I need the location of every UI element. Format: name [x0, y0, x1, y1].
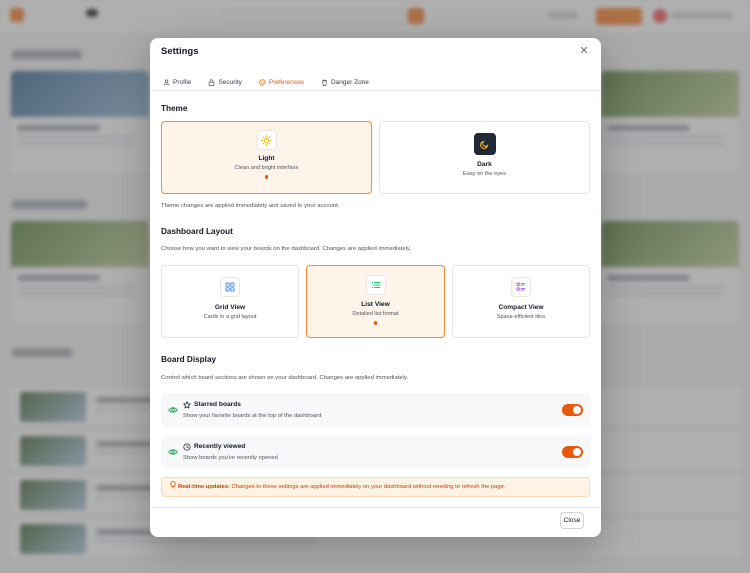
palette-icon	[259, 78, 266, 86]
realtime-notice: Real-time updates: Changes to these sett…	[161, 477, 590, 497]
option-desc: Space-efficient tiles	[496, 314, 546, 320]
close-button[interactable]: Close	[560, 512, 584, 529]
notice-label: Real-time updates:	[178, 484, 230, 490]
setting-name: Recently viewed	[194, 443, 246, 450]
tab-label: Profile	[173, 78, 192, 86]
setting-desc: Show boards you've recently opened	[183, 455, 278, 461]
tab-label: Preferences	[268, 78, 304, 86]
tab-security[interactable]: Security	[206, 74, 243, 90]
selected-indicator	[373, 321, 378, 325]
grid-icon	[220, 277, 240, 297]
sun-icon	[256, 130, 277, 150]
recently-viewed-setting: Recently viewed Show boards you've recen…	[161, 435, 590, 469]
settings-tabs: Profile Security Preferences Danger Zone	[161, 74, 384, 91]
footer-divider	[150, 507, 601, 508]
tab-label: Security	[218, 78, 242, 86]
theme-note: Theme changes are applied immediately an…	[161, 203, 340, 209]
tab-profile[interactable]: Profile	[161, 74, 193, 90]
selected-indicator	[264, 175, 269, 179]
setting-name: Starred boards	[194, 401, 241, 408]
tab-divider	[150, 90, 601, 91]
close-icon[interactable]: ✕	[578, 45, 590, 57]
clock-icon	[183, 443, 191, 451]
moon-icon	[473, 133, 496, 155]
eye-icon	[168, 449, 178, 455]
tab-preferences[interactable]: Preferences	[256, 74, 307, 91]
option-desc: Easy on the eyes	[463, 171, 506, 177]
layout-option-list[interactable]: List View Detailed list format	[306, 265, 445, 338]
starred-boards-toggle[interactable]	[562, 404, 583, 416]
board-display-title: Board Display	[161, 355, 217, 364]
lightbulb-icon	[170, 481, 176, 489]
layout-desc: Choose how you want to view your boards …	[161, 246, 412, 252]
notice-text: Changes to these settings are applied im…	[229, 484, 506, 490]
layout-option-compact[interactable]: Compact View Space-efficient tiles	[452, 265, 590, 338]
option-desc: Detailed list format	[352, 311, 399, 317]
list-icon	[365, 275, 386, 295]
theme-option-dark[interactable]: Dark Easy on the eyes	[379, 121, 590, 194]
theme-option-light[interactable]: Light Clean and bright interface	[161, 121, 372, 194]
theme-title: Theme	[161, 104, 188, 113]
tab-danger-zone[interactable]: Danger Zone	[319, 74, 371, 90]
settings-dialog: Settings ✕ Profile Security Preferences …	[150, 38, 601, 537]
option-name: Light	[258, 155, 275, 162]
dialog-title: Settings	[161, 46, 199, 57]
trash-icon	[322, 79, 327, 86]
layout-option-grid[interactable]: Grid View Cards in a grid layout	[161, 265, 299, 338]
lock-icon	[209, 78, 215, 86]
board-display-desc: Control which board sections are shown o…	[161, 375, 409, 381]
compact-list-icon	[511, 277, 531, 297]
option-desc: Clean and bright interface	[234, 165, 299, 171]
option-name: List View	[361, 301, 390, 308]
option-name: Dark	[477, 161, 492, 168]
option-name: Grid View	[214, 304, 246, 311]
starred-boards-setting: Starred boards Show your favorite boards…	[161, 393, 590, 427]
user-icon	[163, 78, 170, 85]
layout-title: Dashboard Layout	[161, 227, 233, 236]
recently-viewed-toggle[interactable]	[562, 446, 583, 458]
option-name: Compact View	[498, 304, 544, 311]
tab-label: Danger Zone	[330, 78, 369, 86]
option-desc: Cards in a grid layout	[203, 314, 257, 320]
setting-desc: Show your favorite boards at the top of …	[183, 413, 322, 419]
star-icon	[183, 401, 191, 409]
eye-icon	[168, 407, 178, 413]
